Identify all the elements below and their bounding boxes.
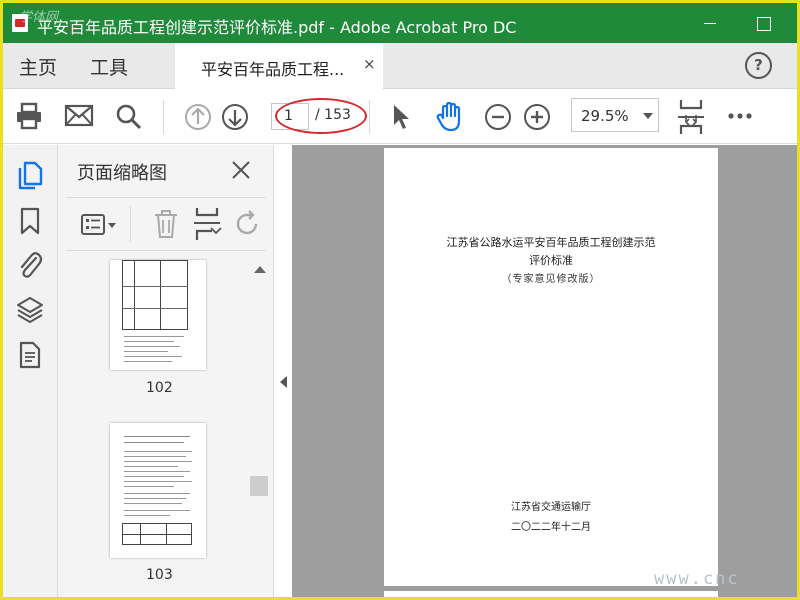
minimize-button[interactable] bbox=[695, 9, 725, 37]
close-panel-icon[interactable] bbox=[230, 159, 252, 181]
thumbnail-table bbox=[122, 260, 188, 330]
thumbnail-text-line bbox=[124, 476, 184, 477]
left-nav-rail bbox=[3, 145, 58, 597]
tab-tools[interactable]: 工具 bbox=[90, 53, 128, 80]
thumbnail-table-line bbox=[134, 260, 135, 330]
thumbnail-table-line bbox=[140, 523, 141, 545]
document-properties-icon[interactable] bbox=[18, 341, 42, 369]
doc-date: 二〇二二年十二月 bbox=[511, 522, 591, 533]
thumbnail-text-line bbox=[124, 451, 192, 452]
thumbnail-page-number: 102 bbox=[146, 380, 173, 396]
thumbnail-text-line bbox=[124, 456, 186, 457]
collapse-panel-icon[interactable] bbox=[276, 372, 292, 392]
more-options-icon[interactable] bbox=[726, 108, 756, 124]
title-bar: 学体网 平安百年品质工程创建示范评价标准.pdf - Adobe Acrobat… bbox=[3, 3, 797, 43]
document-viewer[interactable]: 江苏省公路水运平安百年品质工程创建示范 评价标准 （专家意见修改版） 江苏省交通… bbox=[292, 145, 797, 597]
thumbnail-text-line bbox=[124, 510, 190, 511]
scrollbar-thumb[interactable] bbox=[250, 476, 268, 496]
thumbnail-text-line bbox=[124, 361, 172, 362]
thumbnail-text-line bbox=[124, 493, 190, 494]
thumbnail-text-line bbox=[124, 481, 192, 482]
window-title: 平安百年品质工程创建示范评价标准.pdf - Adobe Acrobat Pro… bbox=[37, 18, 517, 37]
thumbnail-text-line bbox=[124, 436, 190, 437]
arrow-down-icon[interactable] bbox=[220, 102, 250, 132]
thumbnail-text-line bbox=[124, 346, 180, 347]
panel-tool-separator bbox=[130, 206, 131, 242]
zoom-in-icon[interactable] bbox=[522, 102, 552, 132]
fit-width-icon[interactable] bbox=[675, 98, 707, 136]
toolbar-separator bbox=[163, 100, 164, 134]
document-page: 江苏省公路水运平安百年品质工程创建示范 评价标准 （专家意见修改版） 江苏省交通… bbox=[384, 148, 718, 586]
doc-subtitle: （专家意见修改版） bbox=[501, 274, 601, 285]
hand-tool-icon[interactable] bbox=[434, 100, 468, 134]
scroll-up-icon[interactable] bbox=[254, 266, 266, 273]
thumbnail-text-line bbox=[124, 498, 186, 499]
page-thumbnail[interactable] bbox=[110, 423, 206, 558]
zoom-value: 29.5% bbox=[581, 107, 629, 125]
thumbnail-page-number: 103 bbox=[146, 567, 173, 583]
thumbnail-text-line bbox=[124, 515, 170, 516]
help-icon[interactable]: ? bbox=[745, 52, 772, 79]
select-pointer-icon[interactable] bbox=[389, 102, 413, 132]
arrow-up-icon[interactable] bbox=[183, 102, 213, 132]
zoom-out-icon[interactable] bbox=[483, 102, 513, 132]
page-thumbnails-panel: 页面缩略图 102 103 bbox=[58, 145, 274, 597]
thumbnail-table-line bbox=[122, 534, 192, 535]
thumbnail-text-line bbox=[124, 336, 184, 337]
panel-toolbar bbox=[66, 197, 266, 251]
document-page-next bbox=[384, 591, 718, 597]
thumbnail-table-line bbox=[160, 260, 161, 330]
main-toolbar: 1 / 153 29.5% bbox=[3, 90, 797, 144]
delete-page-icon[interactable] bbox=[152, 208, 180, 240]
thumbnail-options-icon[interactable] bbox=[80, 212, 120, 238]
layers-icon[interactable] bbox=[15, 295, 45, 325]
chevron-down-icon bbox=[643, 113, 653, 119]
attachment-icon[interactable] bbox=[16, 249, 44, 281]
close-tab-icon[interactable]: × bbox=[363, 55, 376, 73]
thumbnail-text-line bbox=[124, 442, 184, 443]
doc-title-line1: 江苏省公路水运平安百年品质工程创建示范 bbox=[446, 236, 656, 249]
thumbnail-table-line bbox=[166, 523, 167, 545]
page-thumbnail[interactable] bbox=[110, 260, 206, 370]
thumbnail-text-line bbox=[124, 341, 174, 342]
insert-page-icon[interactable] bbox=[192, 206, 222, 242]
thumbnail-text-line bbox=[122, 286, 188, 287]
thumbnail-text-line bbox=[124, 471, 190, 472]
doc-title-line2: 评价标准 bbox=[529, 254, 573, 267]
thumbnail-text-line bbox=[124, 503, 182, 504]
search-icon[interactable] bbox=[114, 102, 144, 132]
thumbnail-text-line bbox=[124, 486, 174, 487]
maximize-button[interactable] bbox=[749, 9, 779, 37]
thumbnail-text-line bbox=[122, 308, 188, 309]
bookmark-icon[interactable] bbox=[18, 207, 42, 235]
tab-home[interactable]: 主页 bbox=[19, 53, 57, 80]
corner-watermark: www.cnc bbox=[654, 569, 740, 589]
thumbnails-scrollbar[interactable] bbox=[249, 262, 269, 597]
toolbar-separator bbox=[369, 100, 370, 134]
thumbnail-text-line bbox=[124, 351, 168, 352]
document-tab-label: 平安百年品质工程... bbox=[201, 60, 345, 79]
thumbnail-text-line bbox=[124, 356, 182, 357]
annotation-circle bbox=[275, 98, 367, 134]
thumbnail-text-line bbox=[124, 461, 192, 462]
print-icon[interactable] bbox=[14, 101, 44, 131]
tab-document[interactable]: 平安百年品质工程... × bbox=[175, 43, 383, 89]
zoom-dropdown[interactable]: 29.5% bbox=[571, 98, 659, 132]
doc-issuer: 江苏省交通运输厅 bbox=[511, 502, 591, 513]
panel-title: 页面缩略图 bbox=[77, 163, 167, 184]
email-icon[interactable] bbox=[64, 103, 94, 129]
rotate-page-icon[interactable] bbox=[234, 210, 262, 238]
page-thumbnails-icon[interactable] bbox=[16, 160, 44, 190]
thumbnail-text-line bbox=[124, 466, 178, 467]
tab-bar: 主页 工具 平安百年品质工程... × ? bbox=[3, 43, 797, 89]
